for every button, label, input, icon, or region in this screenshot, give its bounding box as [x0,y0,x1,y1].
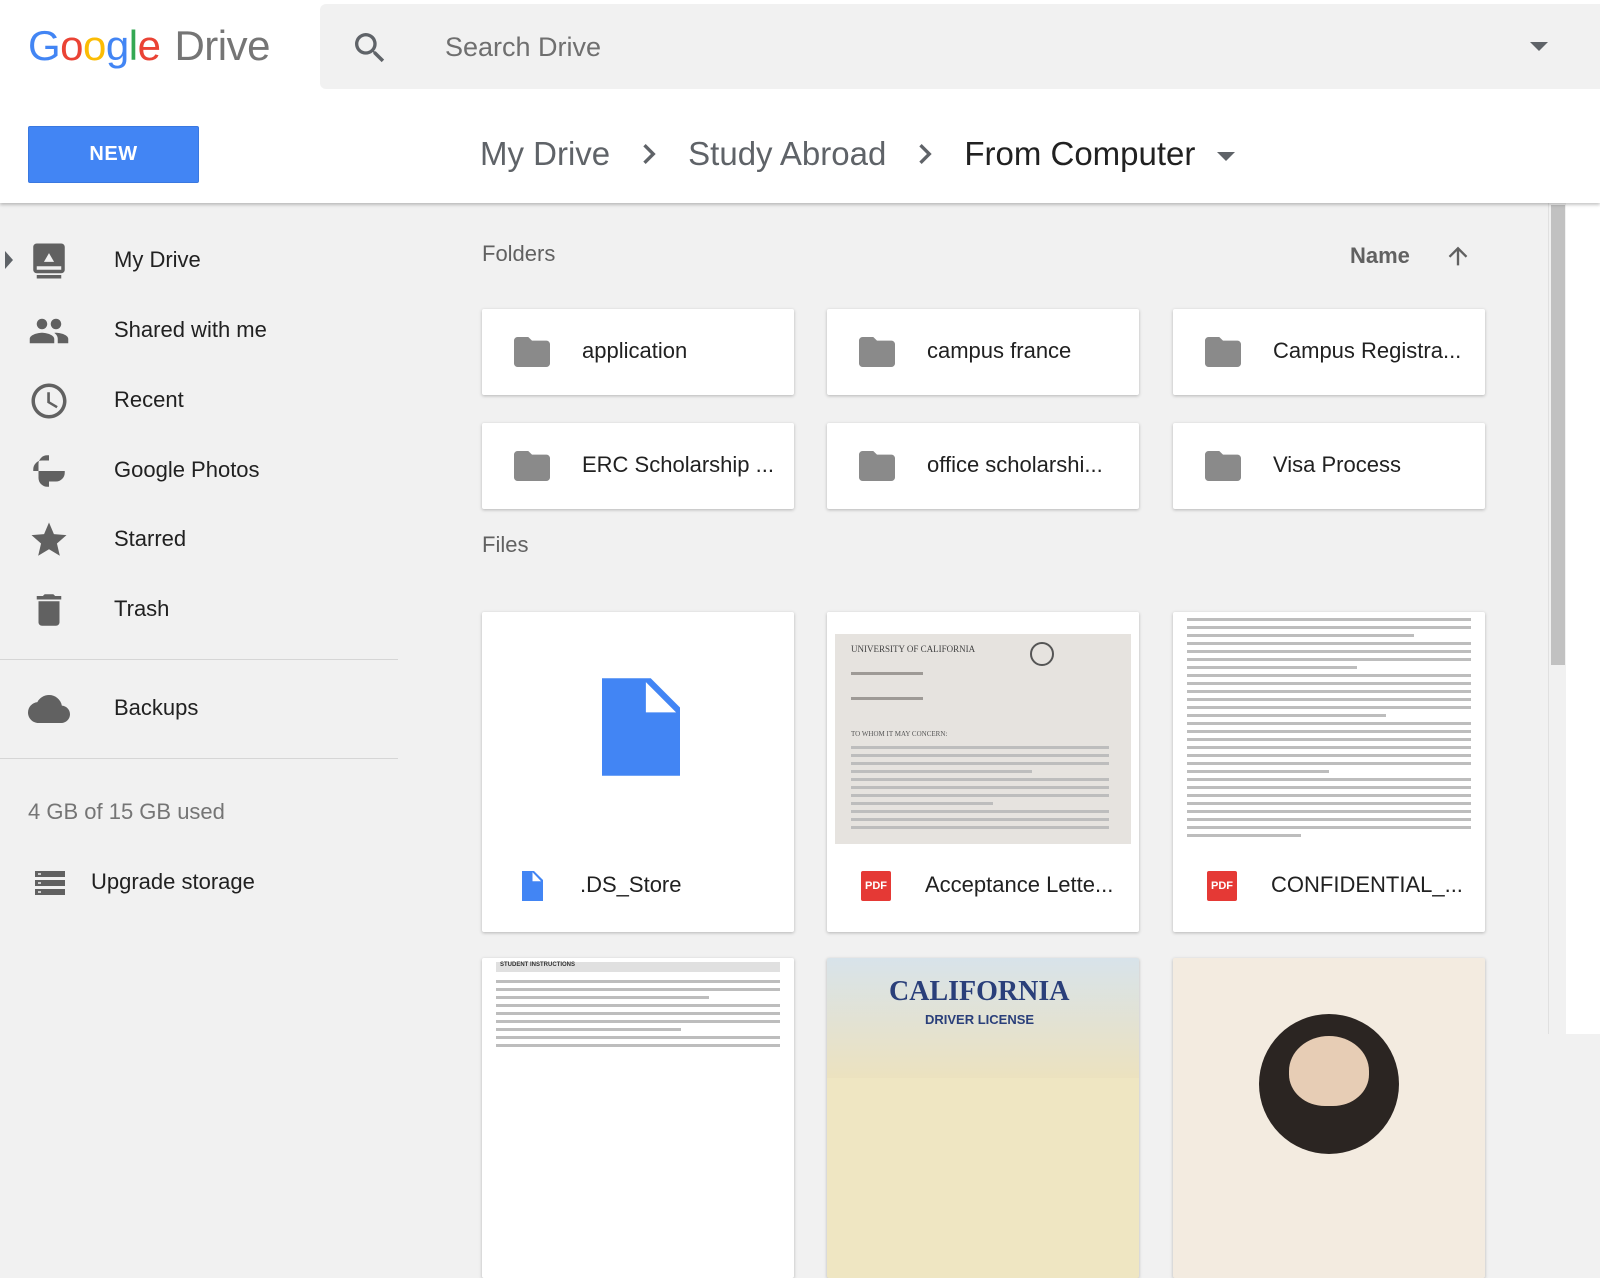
sidebar-item-recent[interactable]: Recent [0,370,398,430]
folder-icon [859,451,895,481]
google-drive-logo[interactable]: Google Drive [28,22,270,70]
sidebar-item-backups[interactable]: Backups [0,678,398,738]
breadcrumb-my-drive[interactable]: My Drive [480,135,610,173]
file-thumbnail [1173,958,1485,1198]
sort-control[interactable]: Name [1350,241,1472,271]
sidebar-item-starred[interactable]: Starred [0,509,398,569]
file-thumbnail: CALIFORNIA DRIVER LICENSE [827,958,1139,1198]
breadcrumb: My Drive Study Abroad From Computer [480,126,1236,182]
folder-icon [859,337,895,367]
people-icon [29,318,69,344]
folder-icon [514,451,550,481]
new-button[interactable]: NEW [28,126,199,183]
folder-item[interactable]: ERC Scholarship ... [482,423,794,509]
product-name: Drive [174,22,270,69]
university-seal [1030,642,1054,666]
file-footer: .DS_Store [482,852,794,932]
breadcrumb-current-folder[interactable]: From Computer [964,135,1195,173]
folder-item[interactable]: Campus Registra... [1173,309,1485,395]
breadcrumb-study-abroad[interactable]: Study Abroad [688,135,886,173]
storage-quota: 4 GB of 15 GB used [28,799,225,824]
file-card[interactable]: UNIVERSITY OF CALIFORNIA TO WHOM IT MAY … [827,612,1139,932]
file-footer: PDF Acceptance Lette... [827,852,1139,932]
details-panel-edge [1566,203,1600,1034]
vertical-scrollbar[interactable] [1548,203,1566,1034]
sidebar-divider [0,758,398,759]
file-thumbnail: STUDENT INSTRUCTIONS [482,958,794,1198]
document-icon [602,678,680,776]
upgrade-storage-link[interactable]: Upgrade storage [0,853,398,913]
document-icon [522,871,543,901]
sort-label[interactable]: Name [1350,243,1410,269]
sidebar-item-my-drive[interactable]: My Drive [0,230,398,290]
star-icon [31,522,67,556]
file-card[interactable]: STUDENT INSTRUCTIONS [482,958,794,1278]
file-card[interactable]: .DS_Store [482,612,794,932]
file-footer: PDF CONFIDENTIAL_... [1173,852,1485,932]
search-input[interactable] [445,22,1345,72]
sidebar-item-google-photos[interactable]: Google Photos [0,440,398,500]
search-icon[interactable] [350,28,390,68]
folder-icon [1205,337,1241,367]
file-browser: Folders Name application campus france C… [440,203,1550,1278]
files-heading: Files [482,532,529,557]
search-options-dropdown-icon[interactable] [1530,42,1548,51]
app-header: GoogleDrive NEW My Drive Study Abroad Fr… [0,0,1600,203]
file-card[interactable]: PDF CONFIDENTIAL_... [1173,612,1485,932]
folders-heading: Folders [482,241,556,266]
cloud-icon [28,695,70,723]
file-card[interactable] [1173,958,1485,1278]
letter-photo: UNIVERSITY OF CALIFORNIA TO WHOM IT MAY … [835,634,1131,844]
file-thumbnail [1173,612,1485,852]
file-card[interactable]: CALIFORNIA DRIVER LICENSE [827,958,1139,1278]
expand-arrow-icon[interactable] [5,251,13,269]
scrollbar-thumb[interactable] [1551,205,1565,665]
folder-icon [514,337,550,367]
pinwheel-icon [33,455,65,487]
folder-item[interactable]: campus france [827,309,1139,395]
arrow-up-icon[interactable] [1444,242,1472,270]
file-name: CONFIDENTIAL_... [1271,872,1463,897]
file-name: .DS_Store [580,872,682,897]
my-drive-icon [33,243,65,279]
file-name: Acceptance Lette... [925,872,1114,897]
pdf-icon: PDF [861,871,891,901]
license-state-text: CALIFORNIA [889,976,1070,1007]
sidebar-item-trash[interactable]: Trash [0,579,398,639]
folder-item[interactable]: application [482,309,794,395]
file-thumbnail: UNIVERSITY OF CALIFORNIA TO WHOM IT MAY … [827,612,1139,852]
file-thumbnail [482,612,794,852]
chevron-right-icon [643,144,656,164]
folder-item[interactable]: office scholarshi... [827,423,1139,509]
pdf-icon: PDF [1207,871,1237,901]
sidebar-item-shared-with-me[interactable]: Shared with me [0,300,398,360]
folder-icon [1205,451,1241,481]
chevron-right-icon [919,144,932,164]
sidebar-divider [0,659,398,660]
folder-item[interactable]: Visa Process [1173,423,1485,509]
search-bar[interactable] [320,4,1600,89]
folder-menu-dropdown-icon[interactable] [1217,151,1236,161]
clock-icon [31,383,67,419]
sidebar: My Drive Shared with me Recent Google Ph… [0,203,398,1034]
trash-icon [36,594,62,626]
storage-icon [35,871,65,895]
